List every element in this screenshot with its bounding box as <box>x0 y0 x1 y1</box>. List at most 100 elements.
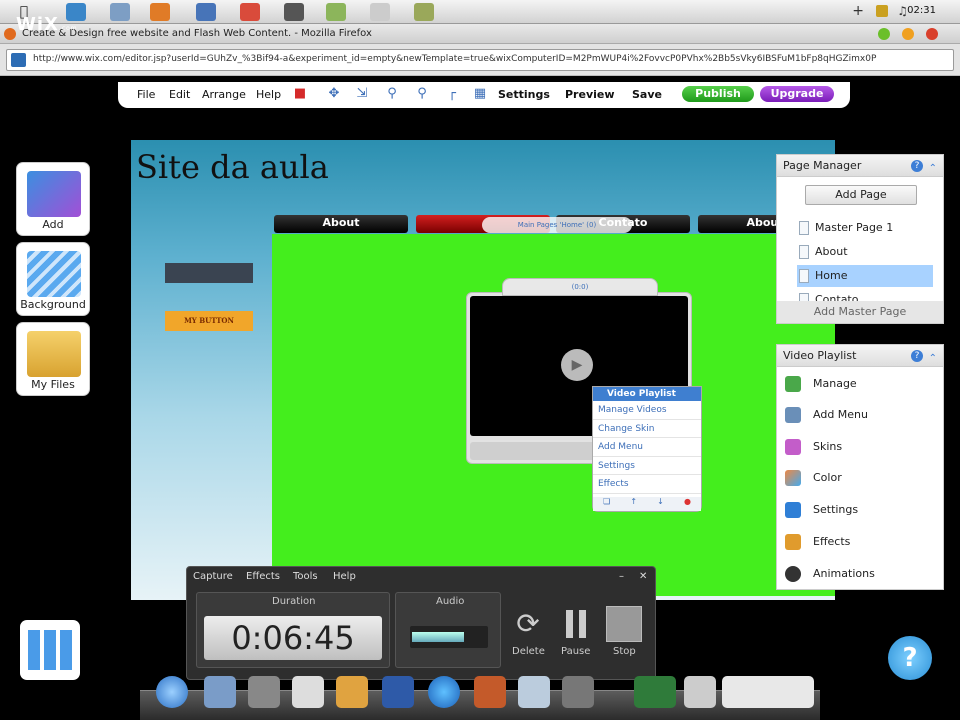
page-icon <box>799 245 809 259</box>
video-playlist-header: Video Playlist ? ⌃ <box>777 345 943 367</box>
photos-icon[interactable] <box>284 3 304 21</box>
menu-help[interactable]: Help <box>256 88 281 101</box>
site-title[interactable]: Site da aula <box>136 148 329 186</box>
recorder-menu-effects[interactable]: Effects <box>246 571 280 582</box>
vp-effects[interactable]: Effects <box>783 527 939 557</box>
page-item-master[interactable]: Master Page 1 <box>797 217 933 239</box>
add-master-page-button[interactable]: Add Master Page <box>777 301 943 323</box>
settings-button[interactable]: Settings <box>498 88 550 101</box>
quicktime-icon[interactable] <box>428 676 460 708</box>
plus-icon[interactable]: + <box>852 3 864 19</box>
collapse-icon[interactable]: ⌃ <box>929 158 937 180</box>
collapse-icon[interactable]: ⌃ <box>929 348 937 370</box>
trash-icon[interactable] <box>684 676 716 708</box>
shield-icon[interactable] <box>370 3 390 21</box>
comment-icon[interactable]: ■ <box>292 86 308 102</box>
gray-box[interactable] <box>165 263 253 283</box>
help-icon[interactable]: ? <box>911 160 923 172</box>
save-button[interactable]: Save <box>632 88 662 101</box>
zoom-in-icon[interactable]: ⚲ <box>384 86 400 102</box>
close-button[interactable] <box>926 28 938 40</box>
vp-settings[interactable]: Settings <box>783 495 939 525</box>
page-item-about[interactable]: About <box>797 241 933 263</box>
pause-bar-left <box>566 610 573 638</box>
tools-icon[interactable] <box>562 676 594 708</box>
move-icon[interactable]: ✥ <box>326 86 342 102</box>
upgrade-button[interactable]: Upgrade <box>760 86 834 102</box>
vp-label: Skins <box>813 440 843 453</box>
vp-skins[interactable]: Skins <box>783 432 939 462</box>
recorder-menu-tools[interactable]: Tools <box>293 571 318 582</box>
preview-icon[interactable] <box>204 676 236 708</box>
nav-about[interactable]: About <box>274 215 408 233</box>
page-selector[interactable]: Main Pages 'Home' (0) <box>482 217 632 233</box>
mac-menu-bar:  + ♫ 02:31 <box>0 0 960 24</box>
pause-label: Pause <box>561 646 591 657</box>
settings-icon <box>785 502 801 518</box>
duration-timer: 0:06:45 <box>204 616 382 660</box>
vp-manage[interactable]: Manage <box>783 369 939 399</box>
preview-button[interactable]: Preview <box>565 88 615 101</box>
recorder-close-icon[interactable]: ✕ <box>639 571 647 582</box>
menu-arrange[interactable]: Arrange <box>202 88 246 101</box>
network-icon[interactable] <box>196 3 216 21</box>
font-icon[interactable] <box>336 676 368 708</box>
background-tool[interactable]: Background <box>16 242 90 316</box>
app-icon[interactable] <box>326 3 346 21</box>
audio-meter[interactable] <box>410 626 488 648</box>
photo-icon[interactable] <box>634 676 676 708</box>
delete-icon[interactable]: ⟳ <box>510 606 546 642</box>
vp-add-menu[interactable]: Add Menu <box>783 400 939 430</box>
chat-icon[interactable] <box>414 3 434 21</box>
context-effects[interactable]: Effects <box>593 475 701 494</box>
recorder-menu-help[interactable]: Help <box>333 571 356 582</box>
monitor-icon[interactable] <box>518 676 550 708</box>
add-tool[interactable]: Add <box>16 162 90 236</box>
help-icon[interactable]: ? <box>911 350 923 362</box>
menu-file[interactable]: File <box>137 88 155 101</box>
gift-icon[interactable] <box>474 676 506 708</box>
context-settings[interactable]: Settings <box>593 457 701 475</box>
status-icon[interactable] <box>876 5 888 17</box>
safari-icon[interactable] <box>156 676 188 708</box>
pause-icon[interactable] <box>558 606 594 642</box>
window-thumbnail-icon[interactable] <box>722 676 814 708</box>
firefox-icon[interactable] <box>150 3 170 21</box>
page-item-home[interactable]: Home <box>797 265 933 287</box>
help-bubble-icon[interactable]: ? <box>888 636 932 680</box>
vp-color[interactable]: Color <box>783 463 939 493</box>
zoom-out-icon[interactable]: ⚲ <box>414 86 430 102</box>
context-manage-videos[interactable]: Manage Videos <box>593 401 701 420</box>
chrome-icon[interactable] <box>240 3 260 21</box>
menu-edit[interactable]: Edit <box>169 88 190 101</box>
vp-animations[interactable]: Animations <box>783 559 939 589</box>
publish-button[interactable]: Publish <box>682 86 754 102</box>
page-manager-header: Page Manager ? ⌃ <box>777 155 943 177</box>
arrow-down-icon[interactable]: ↓ <box>657 497 664 511</box>
add-page-button[interactable]: Add Page <box>805 185 917 205</box>
recorder-minimize-icon[interactable]: – <box>619 571 624 582</box>
finder-icon[interactable] <box>110 3 130 21</box>
context-change-skin[interactable]: Change Skin <box>593 420 701 438</box>
maximize-button[interactable] <box>878 28 890 40</box>
textedit-icon[interactable] <box>292 676 324 708</box>
url-input[interactable]: http://www.wix.com/editor.jsp?userId=GUh… <box>6 49 954 71</box>
copy-icon[interactable]: ❏ <box>603 497 610 511</box>
my-files-tool[interactable]: My Files <box>16 322 90 396</box>
calculator-icon[interactable] <box>248 676 280 708</box>
align-icon[interactable]: ┌ <box>444 86 460 102</box>
database-icon[interactable] <box>382 676 414 708</box>
recorder-menu-capture[interactable]: Capture <box>193 571 233 582</box>
page-item-contato[interactable]: Contato <box>797 289 933 301</box>
minimize-button[interactable] <box>902 28 914 40</box>
settings-icon[interactable]: ▦ <box>472 86 488 102</box>
play-icon[interactable]: ▶ <box>561 349 593 381</box>
grid-icon[interactable] <box>20 620 80 680</box>
my-button[interactable]: MY BUTTON <box>165 311 253 331</box>
context-add-menu[interactable]: Add Menu <box>593 438 701 457</box>
arrow-up-icon[interactable]: ↑ <box>630 497 637 511</box>
delete-icon[interactable]: ● <box>684 497 691 511</box>
video-player-top[interactable]: (0:0) <box>502 278 658 296</box>
resize-icon[interactable]: ⇲ <box>354 86 370 102</box>
stop-icon[interactable] <box>606 606 642 642</box>
